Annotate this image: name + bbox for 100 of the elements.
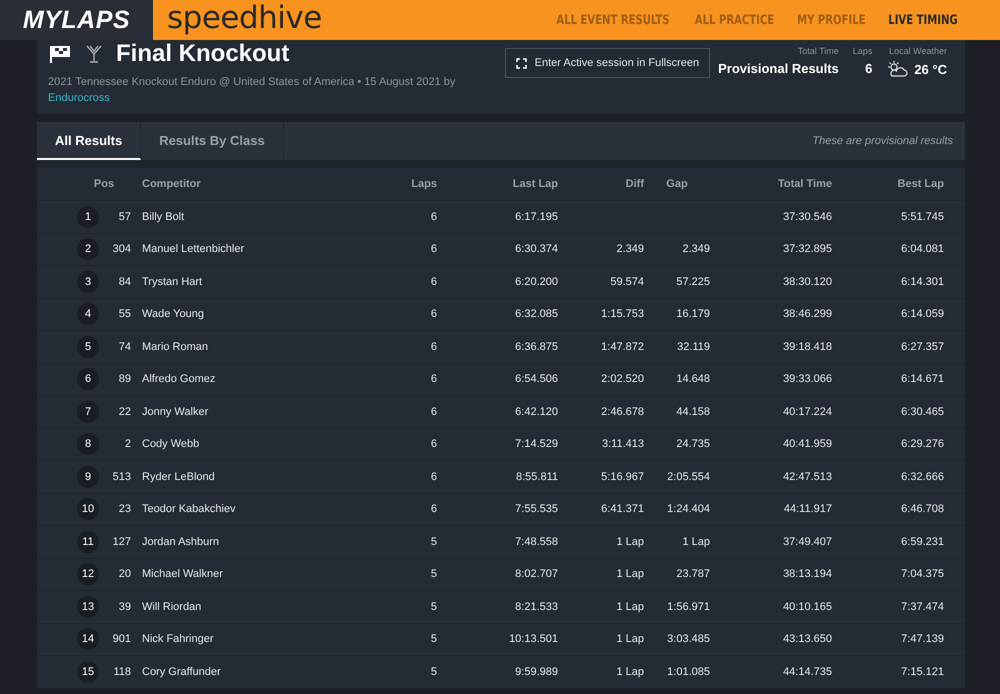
table-cell-text: 5 [430, 536, 437, 548]
position-badge: 3 [77, 270, 99, 293]
table-cell-text: 6:14.671 [900, 373, 944, 386]
brand-name: speedhive [167, 0, 322, 36]
table-cell-text: 37:32.895 [782, 243, 832, 256]
position-badge: 8 [77, 433, 99, 456]
table-cell-text: 6:54.506 [514, 373, 558, 386]
table-cell-text: 59.574 [609, 276, 644, 288]
table-cell-text: 8:21.533 [514, 600, 558, 613]
table-cell-text: 1 Lap [615, 633, 644, 646]
position-badge: 15 [77, 660, 99, 683]
competitor-name: Michael Walkner [142, 568, 224, 580]
temperature: 26 °C [914, 62, 947, 77]
competitor-name: Cody Webb [142, 438, 200, 450]
column-header: Gap [665, 178, 689, 190]
table-cell-text: 5 [430, 633, 437, 646]
table-cell-text: 1:56.971 [666, 600, 710, 613]
position-badge: 7 [77, 400, 99, 423]
table-cell-text: 6:14.059 [900, 308, 944, 320]
table-cell-text: 44:14.735 [782, 666, 832, 678]
results-tab[interactable]: Results By Class [141, 122, 284, 160]
table-cell-text: 24.735 [675, 438, 710, 450]
table-cell-text: 2.349 [615, 243, 644, 256]
bike-number: 57 [118, 210, 131, 223]
table-cell-text: 6 [430, 276, 437, 288]
organizer-link[interactable]: Endurocross [48, 92, 110, 104]
table-cell-text: 14.648 [675, 373, 710, 386]
table-cell-text: 3:03.485 [666, 633, 710, 646]
results-tab[interactable]: All Results [37, 122, 142, 160]
total-time-value: Provisional Results [718, 61, 839, 76]
table-cell-text: 5:16.967 [600, 470, 644, 483]
table-cell-text: 1 Lap [615, 600, 644, 613]
bike-number: 55 [118, 308, 131, 320]
competitor-name: Wade Young [142, 308, 205, 320]
table-cell-text: 6 [430, 340, 437, 353]
competitor-name: Will Riordan [142, 600, 202, 613]
bike-number: 513 [112, 470, 131, 483]
total-time-label: Total Time [798, 46, 839, 56]
table-cell-text: 1 Lap [615, 568, 644, 580]
table-cell-text: 6:32.085 [514, 308, 558, 320]
position-badge: 14 [77, 628, 99, 650]
table-cell-text: 6 [430, 308, 437, 320]
table-cell-text: 16.179 [675, 308, 710, 320]
nav-link[interactable]: LIVE TIMING [888, 12, 958, 28]
position-badge: 1 [77, 206, 99, 228]
table-cell-text: 6 [430, 243, 437, 256]
table-cell-text: 5 [430, 666, 437, 678]
table-cell-text: 6 [430, 210, 437, 223]
table-cell-text: 6:04.081 [900, 243, 944, 256]
table-cell-text: 37:49.407 [782, 536, 832, 548]
table-cell-text: 44.158 [675, 406, 710, 418]
bike-number: 84 [118, 276, 131, 288]
table-cell-text: 42:47.513 [782, 470, 832, 483]
table-cell-text: 6:30.374 [514, 243, 558, 256]
table-cell-text: 6 [430, 438, 437, 450]
table-cell-text: 6 [430, 503, 437, 516]
table-cell-text: 6 [430, 470, 437, 483]
fullscreen-button[interactable]: Enter Active session in Fullscreen [504, 48, 710, 78]
table-cell-text: 6:42.120 [514, 406, 558, 418]
table-cell-text: 2.349 [681, 243, 710, 256]
bike-number: 2 [124, 438, 131, 450]
sun-cloud-icon [886, 60, 908, 78]
competitor-name: Teodor Kabakchiev [142, 503, 237, 516]
column-header: Competitor [142, 178, 202, 190]
table-cell-text: 5:51.745 [900, 210, 944, 223]
table-cell-text: 6:36.875 [514, 340, 558, 353]
table-cell-text: 9:59.989 [514, 666, 558, 678]
table-cell-text: 38:30.120 [782, 276, 832, 288]
position-badge: 2 [77, 238, 99, 260]
table-cell-text: 5 [430, 600, 437, 613]
bike-number: 118 [112, 666, 131, 678]
position-badge: 9 [77, 466, 99, 488]
laps-label: Laps [852, 46, 872, 56]
event-details: 2021 Tennessee Knockout Enduro @ United States of America • 15 August 2021 by Endurocross [48, 75, 456, 106]
table-cell-text: 6 [430, 406, 437, 418]
column-header: Laps [410, 178, 437, 190]
table-cell-text: 6:27.357 [900, 340, 944, 353]
table-cell-text: 40:41.959 [782, 438, 832, 450]
table-cell-text: 3:11.413 [600, 438, 644, 450]
column-header: Diff [624, 178, 644, 190]
table-cell-text: 1 Lap [615, 666, 644, 678]
table-cell-text: 2:05.554 [666, 470, 710, 483]
table-cell-text: 6 [430, 373, 437, 386]
competitor-name: Alfredo Gomez [142, 373, 216, 386]
column-header: Total Time [777, 178, 832, 190]
competitor-name: Cory Graffunder [142, 666, 222, 678]
table-cell-text: 39:18.418 [782, 340, 832, 353]
position-badge: 4 [77, 303, 99, 326]
table-cell-text: 7:14.529 [514, 438, 558, 450]
bike-number: 22 [118, 406, 131, 418]
weather-label: Local Weather [889, 46, 947, 56]
table-cell-text: 40:17.224 [782, 406, 832, 418]
bike-number: 89 [118, 373, 131, 386]
table-cell-text: 6:41.371 [600, 503, 644, 516]
bike-number: 23 [118, 503, 131, 516]
table-cell-text: 6:20.200 [514, 276, 558, 288]
competitor-name: Billy Bolt [142, 210, 186, 223]
table-cell-text: 8:55.811 [514, 470, 558, 483]
bike-number: 304 [112, 243, 131, 256]
table-cell-text: 38:13.194 [782, 568, 832, 580]
